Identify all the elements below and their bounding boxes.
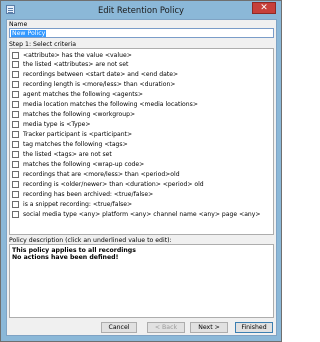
criteria-item[interactable]: recording has been archived: <true/false… [12,190,153,198]
criteria-item-label: matches the following <wrap-up code> [23,160,145,168]
criteria-item-label: recordings that are <more/less> than <pe… [23,170,180,178]
criteria-label: Step 1: Select criteria [9,41,77,48]
criteria-checkbox[interactable] [12,70,19,78]
criteria-item[interactable]: recordings between <start date> and <end… [12,70,178,78]
criteria-item-label: is a snippet recording: <true/false> [23,200,133,208]
criteria-checkbox[interactable] [12,60,19,68]
criteria-item-label: recording is <older/newer> than <duratio… [23,180,204,188]
criteria-list: <attribute> has the value <value> the li… [9,48,274,235]
criteria-item-label: media location matches the following <me… [23,100,198,108]
criteria-item-label: recording length is <more/less> than <du… [23,80,176,88]
next-button[interactable]: Next > [190,322,228,333]
criteria-checkbox[interactable] [12,110,19,118]
description-label: Policy description (click an underlined … [9,237,172,244]
title-bar[interactable]: Edit Retention Policy ✕ [1,1,281,19]
criteria-item[interactable]: <attribute> has the value <value> [12,51,132,59]
criteria-item[interactable]: recordings that are <more/less> than <pe… [12,170,180,178]
policy-description-box[interactable]: This policy applies to all recordings No… [9,244,274,318]
criteria-item[interactable]: media type is <Type> [12,120,90,128]
close-button[interactable]: ✕ [252,2,276,14]
cancel-button[interactable]: Cancel [101,322,137,333]
criteria-checkbox[interactable] [12,170,19,178]
criteria-checkbox[interactable] [12,100,19,108]
criteria-item[interactable]: the listed <attributes> are not set [12,60,128,68]
criteria-item-label: matches the following <workgroup> [23,110,136,118]
criteria-item[interactable]: recording is <older/newer> than <duratio… [12,180,204,188]
dialog-body: Name New Policy Step 1: Select criteria … [6,19,277,336]
policy-name-input[interactable]: New Policy [9,28,274,38]
criteria-item-label: the listed <tags> are not set [23,150,112,158]
description-line: No actions have been defined! [12,254,119,261]
criteria-item-label: <attribute> has the value <value> [23,51,132,59]
criteria-checkbox[interactable] [12,210,19,218]
criteria-checkbox[interactable] [12,120,19,128]
edit-retention-policy-dialog: Edit Retention Policy ✕ Name New Policy … [0,0,282,342]
criteria-item[interactable]: matches the following <wrap-up code> [12,160,144,168]
criteria-checkbox[interactable] [12,80,19,88]
criteria-checkbox[interactable] [12,160,19,168]
name-label: Name [9,21,28,28]
criteria-item[interactable]: social media type <any> platform <any> c… [12,210,261,218]
criteria-item[interactable]: is a snippet recording: <true/false> [12,200,132,208]
criteria-checkbox[interactable] [12,90,19,98]
criteria-checkbox[interactable] [12,130,19,138]
criteria-item[interactable]: media location matches the following <me… [12,100,198,108]
criteria-item-label: social media type <any> platform <any> c… [23,210,261,218]
criteria-checkbox[interactable] [12,200,19,208]
criteria-item-label: Tracker participant is <participant> [23,130,133,138]
criteria-checkbox[interactable] [12,190,19,198]
policy-name-value: New Policy [11,30,47,37]
criteria-item[interactable]: tag matches the following <tags> [12,140,128,148]
criteria-item-label: media type is <Type> [23,120,91,128]
criteria-item-label: recording has been archived: <true/false… [23,190,154,198]
criteria-item[interactable]: the listed <tags> are not set [12,150,112,158]
criteria-item-label: agent matches the following <agents> [23,90,143,98]
criteria-checkbox[interactable] [12,51,19,59]
criteria-checkbox[interactable] [12,150,19,158]
criteria-checkbox[interactable] [12,140,19,148]
description-line: This policy applies to all recordings [12,247,136,254]
criteria-item[interactable]: matches the following <workgroup> [12,110,135,118]
back-button[interactable]: < Back [147,322,185,333]
criteria-item-label: recordings between <start date> and <end… [23,70,179,78]
criteria-item[interactable]: agent matches the following <agents> [12,90,143,98]
finished-button[interactable]: Finished [235,322,273,333]
criteria-item-label: the listed <attributes> are not set [23,60,129,68]
criteria-checkbox[interactable] [12,180,19,188]
window-title: Edit Retention Policy [97,5,184,15]
criteria-item[interactable]: recording length is <more/less> than <du… [12,80,175,88]
criteria-item[interactable]: Tracker participant is <participant> [12,130,132,138]
criteria-item-label: tag matches the following <tags> [23,140,128,148]
